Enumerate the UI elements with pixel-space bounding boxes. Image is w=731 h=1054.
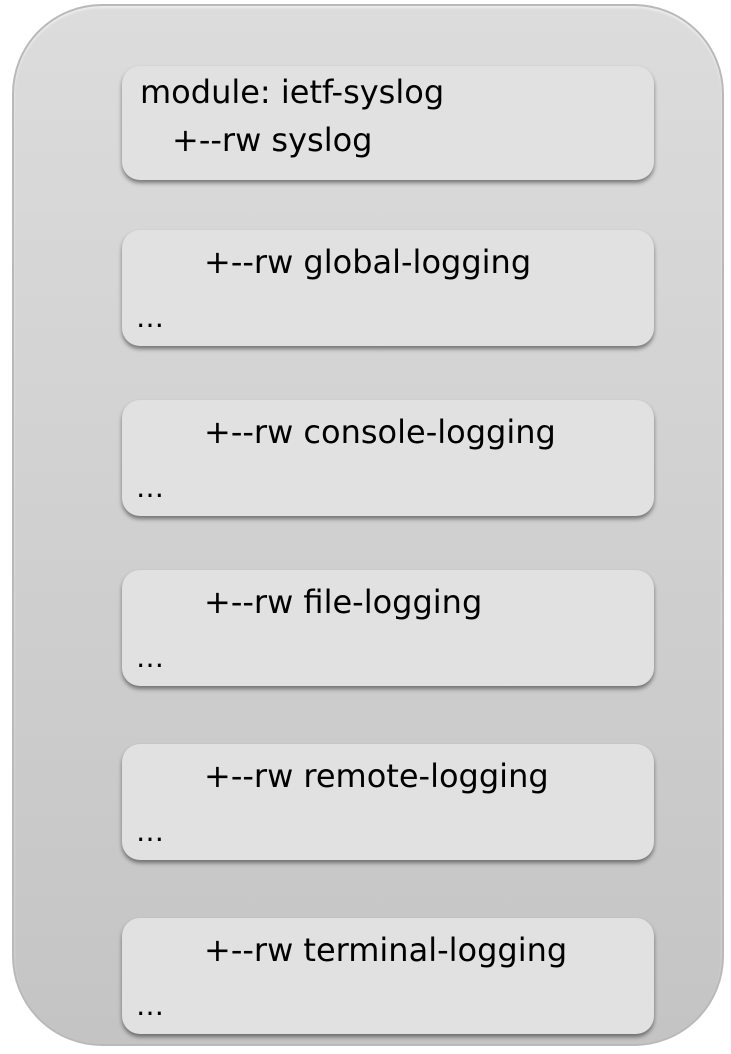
- terminal-logging-ellipsis: …: [136, 989, 164, 1022]
- console-logging-ellipsis: …: [136, 471, 164, 504]
- file-logging-label: +--rw file-logging: [204, 583, 483, 621]
- terminal-logging-box: +--rw terminal-logging …: [122, 918, 654, 1034]
- terminal-logging-label: +--rw terminal-logging: [204, 931, 568, 969]
- remote-logging-label: +--rw remote-logging: [204, 757, 549, 795]
- syslog-node-text: +--rw syslog: [172, 121, 373, 159]
- console-logging-box: +--rw console-logging …: [122, 400, 654, 516]
- global-logging-label: +--rw global-logging: [204, 243, 532, 281]
- file-logging-box: +--rw file-logging …: [122, 570, 654, 686]
- global-logging-box: +--rw global-logging …: [122, 230, 654, 346]
- module-box: module: ietf-syslog +--rw syslog: [122, 66, 654, 180]
- global-logging-ellipsis: …: [136, 301, 164, 334]
- remote-logging-box: +--rw remote-logging …: [122, 744, 654, 860]
- console-logging-label: +--rw console-logging: [204, 413, 556, 451]
- remote-logging-ellipsis: …: [136, 815, 164, 848]
- module-name-text: module: ietf-syslog: [140, 73, 445, 111]
- file-logging-ellipsis: …: [136, 641, 164, 674]
